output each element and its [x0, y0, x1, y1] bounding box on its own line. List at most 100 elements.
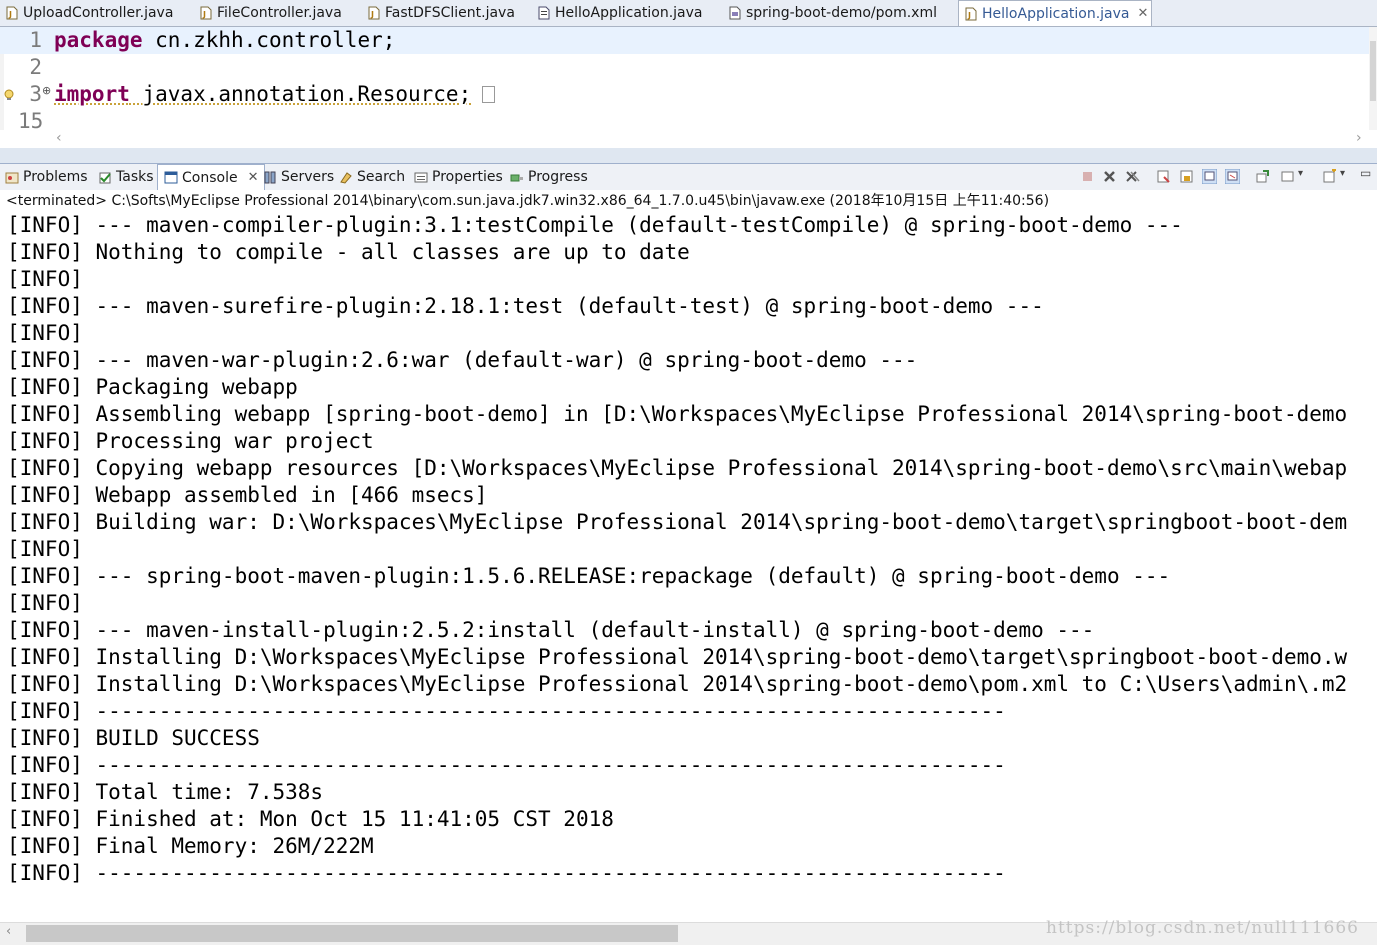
line-number: 1 [29, 28, 42, 52]
remove-launch-icon[interactable] [1102, 169, 1117, 184]
tab-progress[interactable]: Progress [510, 166, 588, 188]
scroll-right-icon[interactable]: › [1356, 130, 1362, 146]
code-keyword: package [54, 28, 143, 52]
open-console-icon[interactable] [1322, 169, 1337, 184]
java-file-icon [538, 6, 550, 20]
folded-code-marker[interactable] [482, 86, 495, 103]
tab-label: Servers [281, 169, 335, 185]
editor-tab-label: FileController.java [217, 5, 342, 21]
open-console-dropdown-icon[interactable]: ▾ [1340, 168, 1345, 179]
tab-tasks[interactable]: Tasks [98, 166, 154, 188]
warning-lightbulb-icon[interactable] [4, 89, 16, 101]
line-number: 15 [18, 109, 44, 133]
editor-tab-label: HelloApplication.java [555, 5, 703, 21]
display-dropdown-icon[interactable]: ▾ [1298, 168, 1303, 179]
console-line: [INFO] --- spring-boot-maven-plugin:1.5.… [7, 564, 1171, 588]
code-line[interactable]: 1 package cn.zkhh.controller; [0, 27, 1377, 54]
editor-tab-fastdfs-client[interactable]: J FastDFSClient.java [368, 0, 515, 26]
editor-tab-hello-application[interactable]: HelloApplication.java [538, 0, 703, 26]
view-menu-icon[interactable]: ▭ [1360, 166, 1371, 180]
scroll-left-icon[interactable]: ‹ [6, 924, 11, 939]
editor-tab-bar: J UploadController.java J FileController… [0, 0, 1377, 27]
svg-text:J: J [8, 10, 12, 19]
tab-problems[interactable]: Problems [5, 166, 88, 188]
console-line: [INFO] --- maven-war-plugin:2.6:war (def… [7, 348, 918, 372]
java-file-icon: J [6, 6, 18, 20]
tab-label: Problems [23, 169, 88, 185]
console-line: [INFO] ---------------------------------… [7, 753, 1006, 777]
progress-icon [510, 174, 523, 181]
tab-label: Progress [528, 169, 588, 185]
scroll-left-icon[interactable]: ‹ [56, 130, 62, 146]
editor-tab-hello-application-active[interactable]: J HelloApplication.java ✕ [958, 0, 1152, 26]
code-text: package cn.zkhh.controller; [54, 27, 395, 54]
editor-tab-label: HelloApplication.java [982, 5, 1130, 22]
scrollbar-thumb[interactable] [26, 925, 678, 942]
editor-tab-pom-xml[interactable]: spring-boot-demo/pom.xml [729, 0, 937, 26]
console-line: [INFO] Assembling webapp [spring-boot-de… [7, 402, 1348, 426]
console-line: [INFO] Copying webapp resources [D:\Work… [7, 456, 1348, 480]
properties-icon [414, 172, 428, 182]
tab-search[interactable]: Search [339, 166, 405, 188]
scrollbar-thumb[interactable] [1370, 41, 1376, 101]
scroll-lock-icon[interactable] [1179, 169, 1194, 184]
console-line: [INFO] Final Memory: 26M/222M [7, 834, 374, 858]
tasks-icon [99, 172, 111, 183]
console-output[interactable]: [INFO] --- maven-compiler-plugin:3.1:tes… [0, 212, 1377, 918]
code-text: import javax.annotation.Resource; [54, 81, 471, 108]
show-on-stdout-icon[interactable] [1202, 169, 1217, 184]
close-tab-icon[interactable]: ✕ [248, 170, 259, 185]
code-keyword: import [54, 82, 130, 106]
console-line: [INFO] [7, 537, 83, 561]
java-file-icon: J [368, 6, 380, 20]
fold-expand-icon[interactable]: ⊕ [42, 81, 51, 101]
svg-text:J: J [370, 10, 374, 19]
line-number: 3 [29, 82, 42, 106]
problems-icon [5, 172, 19, 183]
code-editor[interactable]: 1 package cn.zkhh.controller; 2 3 ⊕ impo… [0, 27, 1377, 133]
close-tab-icon[interactable]: ✕ [1138, 6, 1149, 21]
clear-console-icon[interactable] [1156, 169, 1171, 184]
console-line: [INFO] Packaging webapp [7, 375, 298, 399]
editor-horizontal-scrollbar[interactable]: ‹ › [50, 130, 1377, 147]
console-line: [INFO] BUILD SUCCESS [7, 726, 260, 750]
servers-icon [264, 171, 276, 183]
console-line: [INFO] ---------------------------------… [7, 699, 1006, 723]
editor-tab-file-controller[interactable]: J FileController.java [200, 0, 342, 26]
view-tab-bar: Problems Tasks Console ✕ Servers Search … [0, 163, 1377, 191]
xml-file-icon [729, 6, 741, 20]
console-launch-description: <terminated> C:\Softs\MyEclipse Professi… [0, 190, 1377, 212]
show-on-stderr-icon[interactable] [1225, 169, 1240, 184]
console-line: [INFO] [7, 591, 83, 615]
remove-all-terminated-icon[interactable] [1125, 169, 1140, 184]
code-line[interactable]: 2 [0, 54, 1377, 81]
java-file-icon: J [200, 6, 212, 20]
console-line: [INFO] ---------------------------------… [7, 861, 1006, 885]
console-line: [INFO] Building war: D:\Workspaces\MyEcl… [7, 510, 1348, 534]
tab-properties[interactable]: Properties [414, 166, 503, 188]
console-line: [INFO] Installing D:\Workspaces\MyEclips… [7, 645, 1348, 669]
editor-vertical-scrollbar[interactable] [1369, 27, 1377, 130]
console-line: [INFO] Nothing to compile - all classes … [7, 240, 690, 264]
code-rest: javax.annotation.Resource; [129, 82, 472, 106]
tab-label: Tasks [116, 169, 154, 185]
code-rest: cn.zkhh.controller; [142, 28, 396, 52]
svg-text:J: J [202, 10, 206, 19]
java-file-icon: J [965, 7, 977, 20]
display-console-icon[interactable] [1280, 169, 1295, 184]
editor-tab-upload-controller[interactable]: J UploadController.java [6, 0, 173, 26]
tab-label: Search [357, 169, 406, 185]
editor-tab-label: FastDFSClient.java [385, 5, 515, 21]
editor-tab-label: UploadController.java [23, 5, 174, 21]
console-line: [INFO] Total time: 7.538s [7, 780, 324, 804]
tab-servers[interactable]: Servers [263, 166, 334, 188]
sash-divider[interactable] [0, 148, 1377, 163]
tab-console[interactable]: Console ✕ [157, 164, 266, 190]
pin-console-icon[interactable] [1255, 169, 1270, 184]
editor-tab-label: spring-boot-demo/pom.xml [746, 5, 937, 21]
terminate-icon[interactable] [1080, 169, 1095, 184]
line-number: 2 [29, 55, 42, 79]
watermark: https://blog.csdn.net/null111666 [1046, 918, 1359, 938]
code-line[interactable]: 3 ⊕ import javax.annotation.Resource; [0, 81, 1377, 108]
svg-text:J: J [967, 11, 971, 20]
